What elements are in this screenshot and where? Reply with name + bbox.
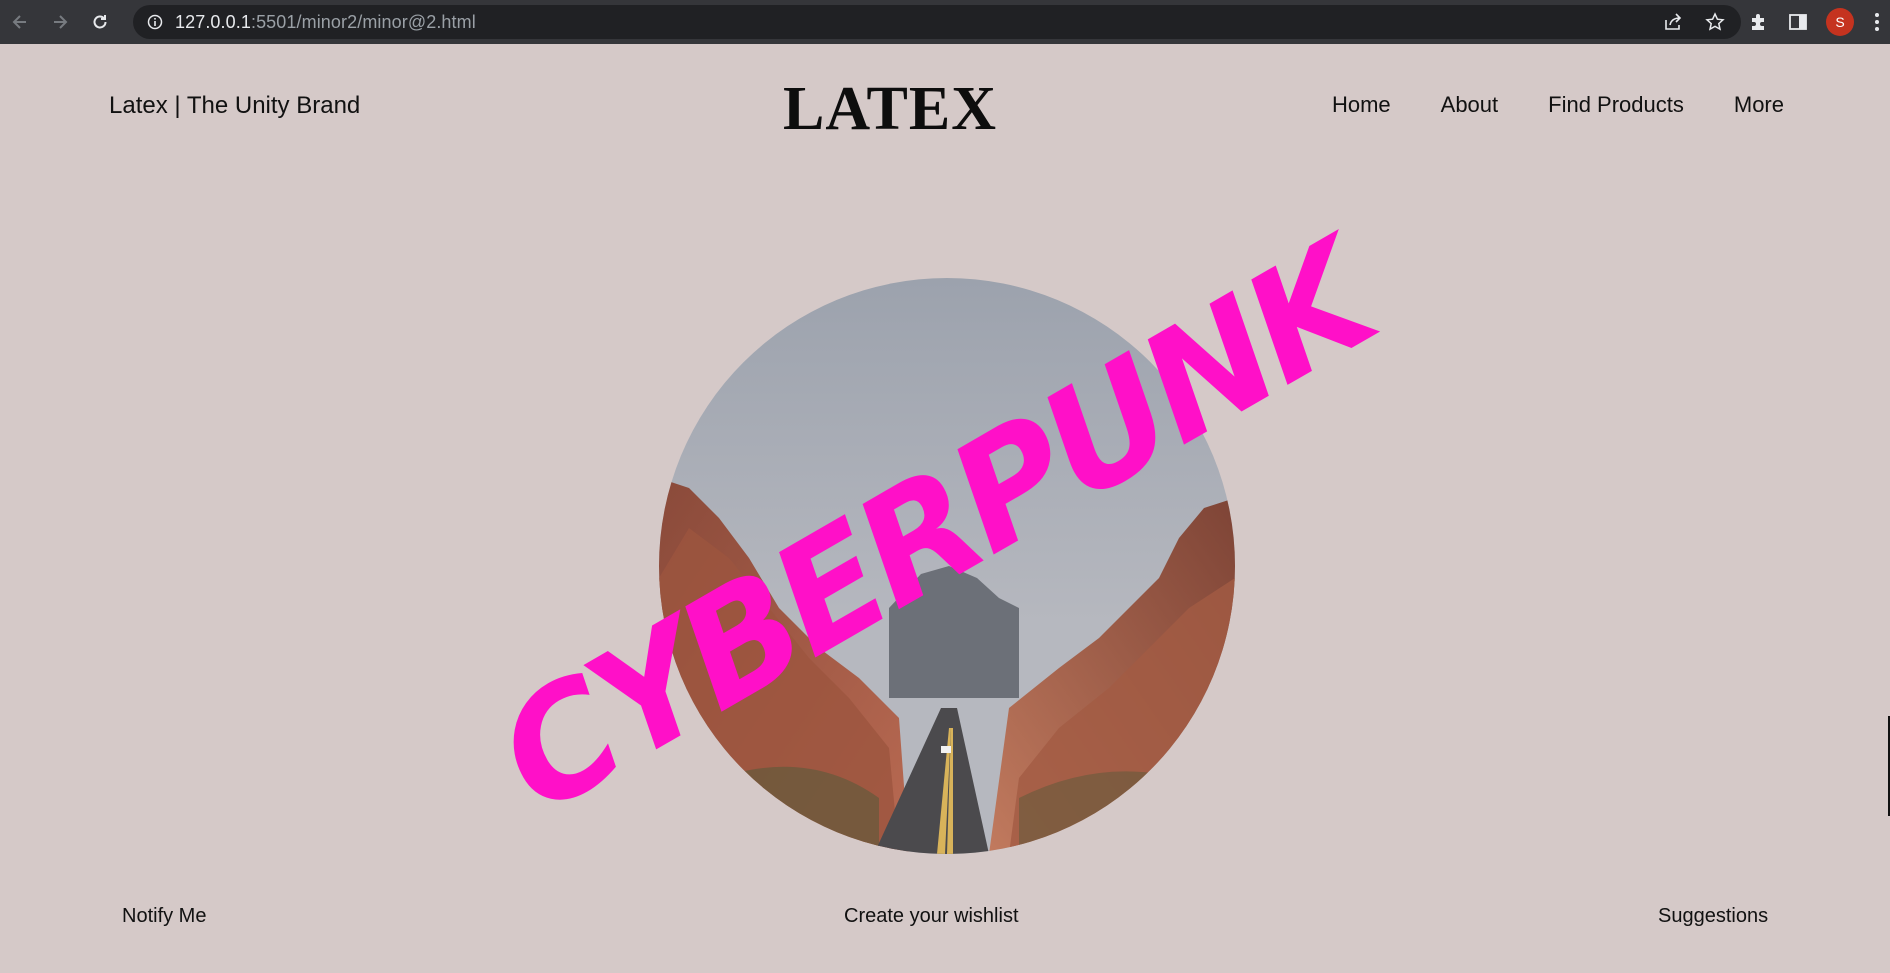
url-path: :5501/minor2/minor@2.html xyxy=(250,11,476,32)
wishlist-link[interactable]: Create your wishlist xyxy=(844,905,1019,928)
notify-me-link[interactable]: Notify Me xyxy=(122,905,206,928)
address-bar[interactable]: 127.0.0.1:5501/minor2/minor@2.html xyxy=(133,5,1741,39)
back-button[interactable] xyxy=(0,0,40,44)
cyberpunk-text: CYBERPUNK xyxy=(471,204,1412,848)
share-icon[interactable] xyxy=(1663,12,1683,32)
extensions-icon[interactable] xyxy=(1748,11,1770,33)
side-panel-icon[interactable] xyxy=(1788,12,1808,32)
url-host: 127.0.0.1 xyxy=(175,11,251,32)
cyberpunk-overlay-text: CYBERPUNK xyxy=(471,204,1412,848)
suggestions-link[interactable]: Suggestions xyxy=(1658,905,1768,928)
main-nav: Home About Find Products More xyxy=(1332,92,1784,118)
nav-home[interactable]: Home xyxy=(1332,92,1391,118)
arrow-left-icon xyxy=(12,15,26,29)
forward-button[interactable] xyxy=(40,0,80,44)
url-text: 127.0.0.1:5501/minor2/minor@2.html xyxy=(175,12,476,33)
bookmark-star-icon[interactable] xyxy=(1705,12,1725,32)
browser-toolbar: 127.0.0.1:5501/minor2/minor@2.html S xyxy=(0,0,1890,44)
page: Latex | The Unity Brand LATEX Home About… xyxy=(0,44,1890,973)
nav-about[interactable]: About xyxy=(1441,92,1499,118)
nav-find-products[interactable]: Find Products xyxy=(1548,92,1684,118)
profile-avatar[interactable]: S xyxy=(1826,8,1854,36)
reload-icon xyxy=(93,15,107,29)
reload-button[interactable] xyxy=(80,0,120,44)
hero: CYBERPUNK xyxy=(471,194,1412,894)
nav-more[interactable]: More xyxy=(1734,92,1784,118)
arrow-right-icon xyxy=(54,15,68,29)
site-info-icon[interactable] xyxy=(147,14,163,30)
menu-kebab-icon[interactable] xyxy=(1872,13,1882,31)
